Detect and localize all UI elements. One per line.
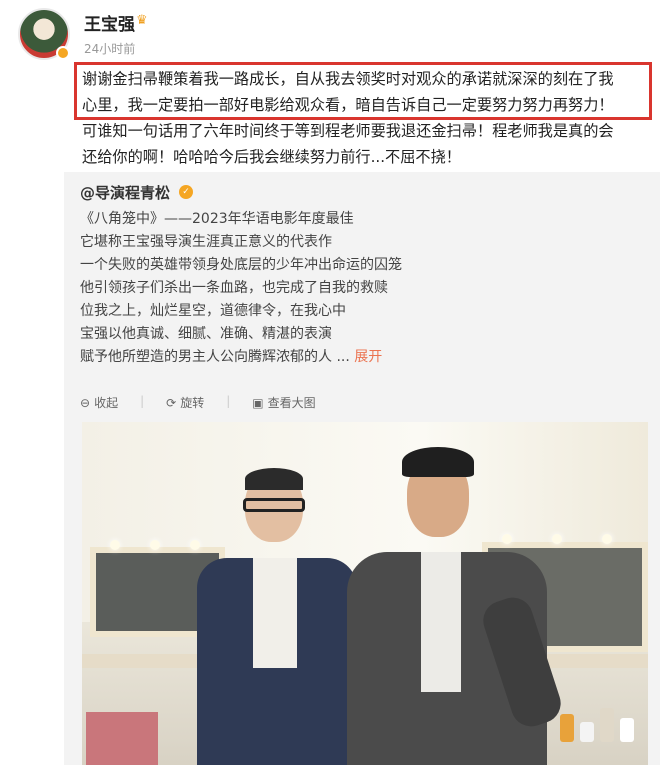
ellipsis: ... [336,349,350,365]
bottle [560,714,574,742]
collapse-label: 收起 [94,396,119,410]
hair [245,468,303,490]
shirt [421,552,461,692]
zoom-out-icon: ⊖ [80,395,91,410]
repost-line: 《八角笼中》——2023年华语电影年度最佳 [80,211,354,227]
person-right [347,447,566,765]
repost-author[interactable]: @导演程青松 [80,182,170,203]
post-line: 心里，我一定要拍一部好电影给观众看，暗自告诉自己一定要努力努力再努力！ [82,96,614,114]
collapse-button[interactable]: ⊖ 收起 [80,394,118,411]
glasses [243,498,305,512]
bottle [580,722,594,742]
repost-line: 位我之上，灿烂星空，道德律令，在我心中 [80,303,346,319]
post-text: 谢谢金扫帚鞭策着我一路成长，自从我去领奖时对观众的承诺就深深的刻在了我 心里，我… [82,66,652,170]
bottle [600,708,614,742]
post-header: 王宝强 ♛ 24小时前 [14,6,654,62]
post-photo[interactable] [82,422,648,765]
shirt [253,558,297,668]
rotate-label: 旋转 [180,396,205,410]
verified-icon: ✓ [179,185,193,199]
post-line: 谢谢金扫帚鞭策着我一路成长，自从我去领奖时对观众的承诺就深深的刻在了我 [82,70,614,88]
post-line: 还给你的啊！哈哈哈今后我会继续努力前行...不屈不挠！ [82,148,461,166]
post-time[interactable]: 24小时前 [84,40,135,57]
rotate-button[interactable]: ⟳ 旋转 [166,394,204,411]
post-line: 可谁知一句话用了六年时间终于等到程老师要我退还金扫帚！程老师我是真的会 [82,122,614,140]
image-toolbar: ⊖ 收起 | ⟳ 旋转 | ▣ 查看大图 [80,394,316,411]
bulb [150,540,160,550]
view-large-button[interactable]: ▣ 查看大图 [252,394,315,411]
bulb [110,540,120,550]
divider: | [140,394,145,408]
hair [402,447,474,477]
crown-icon: ♛ [136,13,148,28]
repost-line: 一个失败的英雄带领身处底层的少年冲出命运的囚笼 [80,257,402,273]
repost-card: @导演程青松 ✓ 《八角笼中》——2023年华语电影年度最佳 它堪称王宝强导演生… [64,172,660,765]
verified-badge-icon [56,46,70,60]
bulb [602,534,612,544]
repost-line: 宝强以他真诚、细腻、准确、精湛的表演 [80,326,332,342]
divider: | [226,394,231,408]
bottle [620,718,634,742]
username[interactable]: 王宝强 [84,10,135,35]
person-left [187,468,357,765]
bottles [560,702,640,742]
view-large-label: 查看大图 [267,396,316,410]
rotate-icon: ⟳ [166,395,177,410]
view-image-icon: ▣ [252,395,264,410]
pink-chair [86,712,158,765]
repost-line: 他引领孩子们杀出一条血路，也完成了自我的救赎 [80,280,388,296]
repost-line: 它堪称王宝强导演生涯真正意义的代表作 [80,234,332,250]
expand-link[interactable]: 展开 [354,349,382,365]
repost-line-last: 赋予他所塑造的男主人公向腾辉浓郁的人 ... 展开 [80,346,402,369]
repost-text: 《八角笼中》——2023年华语电影年度最佳 它堪称王宝强导演生涯真正意义的代表作… [80,208,402,369]
repost-line: 赋予他所塑造的男主人公向腾辉浓郁的人 [80,349,332,365]
